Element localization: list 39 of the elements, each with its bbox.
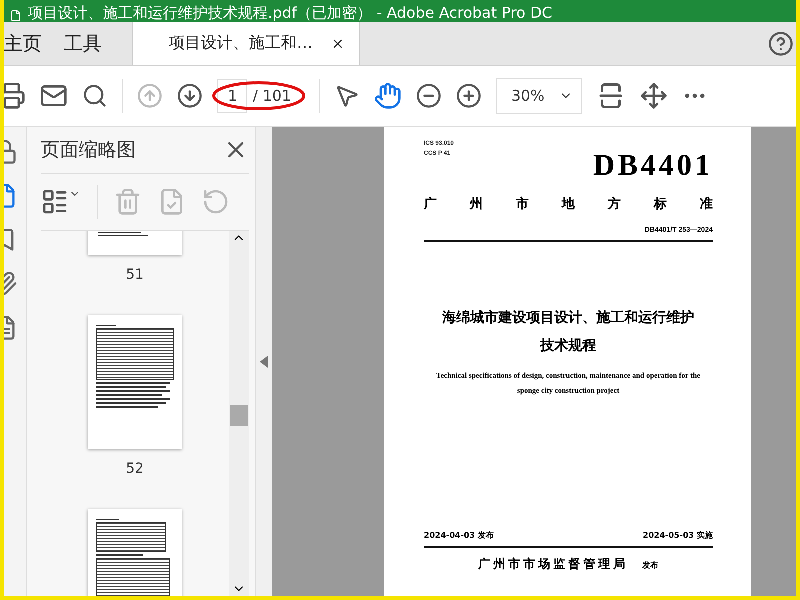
- tab[interactable]: 工具: [42, 22, 102, 65]
- collapse-icon[interactable]: [260, 356, 268, 368]
- standard-code: DB4401: [593, 149, 713, 183]
- full-screen-icon[interactable]: [640, 82, 668, 110]
- options-icon[interactable]: [41, 188, 81, 216]
- scrollbar[interactable]: [229, 231, 249, 596]
- document-title: 技术规程: [539, 337, 598, 356]
- tab[interactable]: 项目设计、施工和…: [132, 22, 360, 65]
- scrollbar-thumb[interactable]: [230, 405, 248, 426]
- document-title: 海绵城市建设项目设计、施工和运行维护: [442, 308, 696, 328]
- help-icon[interactable]: [768, 30, 794, 56]
- page-number: 51: [126, 267, 144, 283]
- page-thumbnail[interactable]: [88, 509, 182, 596]
- category-char: 标: [654, 196, 667, 213]
- effective-date: 2024-05-03 实施: [643, 530, 713, 541]
- issuer: 广州市市场监督管理局: [478, 556, 628, 573]
- category-char: 地: [562, 196, 575, 213]
- page-thumbnail[interactable]: [88, 231, 182, 255]
- category-char: 准: [700, 196, 713, 213]
- issuer-suffix: 发布: [642, 560, 658, 571]
- search-icon[interactable]: [82, 83, 108, 109]
- zoom-dropdown[interactable]: 30%: [496, 78, 582, 114]
- tab[interactable]: 主页: [4, 22, 42, 65]
- category-char: 市: [516, 196, 529, 213]
- document-icon: [10, 10, 22, 22]
- zoom-out-icon[interactable]: [416, 83, 442, 109]
- zoom-in-icon[interactable]: [456, 83, 482, 109]
- category-char: 州: [470, 196, 483, 213]
- page-number: 52: [126, 461, 144, 477]
- issue-date: 2024-04-03 发布: [424, 530, 494, 541]
- page-total: / 101: [252, 87, 292, 105]
- hand-icon[interactable]: [374, 82, 402, 110]
- window-title: 项目设计、施工和运行维护技术规程.pdf（已加密） - Adobe Acrobat Pro DC: [28, 4, 552, 22]
- page-thumbnail[interactable]: [88, 315, 182, 449]
- print-icon[interactable]: [4, 82, 26, 110]
- down-arrow-icon[interactable]: [177, 83, 203, 109]
- panel-title: 页面缩略图: [41, 138, 136, 163]
- category-char: 方: [608, 196, 621, 213]
- category-char: 广: [424, 196, 437, 213]
